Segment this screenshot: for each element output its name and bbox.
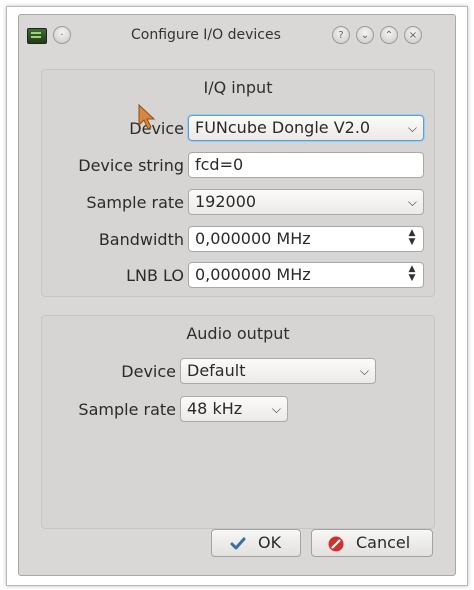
chevron-down-icon: ⌵ <box>407 121 417 135</box>
close-icon[interactable]: × <box>404 26 422 44</box>
lnb-lo-value: 0,000000 MHz <box>195 265 311 284</box>
audio-sample-rate-label: Sample rate <box>78 400 176 419</box>
help-icon[interactable]: ? <box>332 26 350 44</box>
iq-input-title: I/Q input <box>203 78 273 97</box>
audio-output-title: Audio output <box>186 324 290 343</box>
ok-button[interactable]: OK <box>211 529 301 557</box>
audio-output-group: Audio output Device Default ⌵ Sample rat… <box>41 315 435 529</box>
minimize-icon[interactable]: ⌄ <box>356 26 374 44</box>
lnb-lo-label: LNB LO <box>126 266 184 285</box>
cancel-icon <box>328 536 344 552</box>
audio-sample-rate-select[interactable]: 48 kHz ⌵ <box>180 396 288 422</box>
audio-device-select[interactable]: Default ⌵ <box>180 358 376 384</box>
device-string-input[interactable]: fcd=0 <box>188 152 424 178</box>
audio-device-value: Default <box>187 361 246 380</box>
iq-sample-rate-value: 192000 <box>195 192 257 211</box>
iq-sample-rate-select[interactable]: 192000 ⌵ <box>188 189 424 215</box>
window-title: Configure I/O devices <box>131 27 281 43</box>
maximize-icon[interactable]: ⌃ <box>380 26 398 44</box>
audio-sample-rate-value: 48 kHz <box>187 399 243 418</box>
chevron-down-icon: ⌵ <box>407 195 417 209</box>
ok-label: OK <box>258 533 282 552</box>
spin-arrows-icon[interactable]: ▲ ▼ <box>407 229 417 249</box>
spin-arrows-icon[interactable]: ▲ ▼ <box>407 265 417 285</box>
bandwidth-label: Bandwidth <box>98 230 184 249</box>
title-bar[interactable]: · Configure I/O devices ? ⌄ ⌃ × <box>19 15 455 57</box>
cancel-label: Cancel <box>356 533 411 552</box>
device-string-value: fcd=0 <box>195 155 244 174</box>
window-menu-icon[interactable]: · <box>53 26 71 44</box>
bandwidth-value: 0,000000 MHz <box>195 229 311 248</box>
bandwidth-spinbox[interactable]: 0,000000 MHz ▲ ▼ <box>188 226 424 252</box>
mouse-pointer-icon <box>138 103 156 130</box>
iq-input-group: I/Q input Device FUNcube Dongle V2.0 ⌵ D… <box>41 69 435 297</box>
checkmark-icon <box>230 537 246 550</box>
configure-io-dialog: · Configure I/O devices ? ⌄ ⌃ × I/Q inpu… <box>18 14 456 576</box>
iq-device-value: FUNcube Dongle V2.0 <box>195 118 371 137</box>
cancel-button[interactable]: Cancel <box>311 529 433 557</box>
chevron-down-icon: ⌵ <box>359 364 369 378</box>
iq-sample-rate-label: Sample rate <box>86 193 184 212</box>
app-icon <box>27 28 47 44</box>
device-string-label: Device string <box>78 156 184 175</box>
lnb-lo-spinbox[interactable]: 0,000000 MHz ▲ ▼ <box>188 262 424 288</box>
audio-device-label: Device <box>121 362 176 381</box>
chevron-down-icon: ⌵ <box>271 402 281 416</box>
iq-device-select[interactable]: FUNcube Dongle V2.0 ⌵ <box>188 115 424 141</box>
